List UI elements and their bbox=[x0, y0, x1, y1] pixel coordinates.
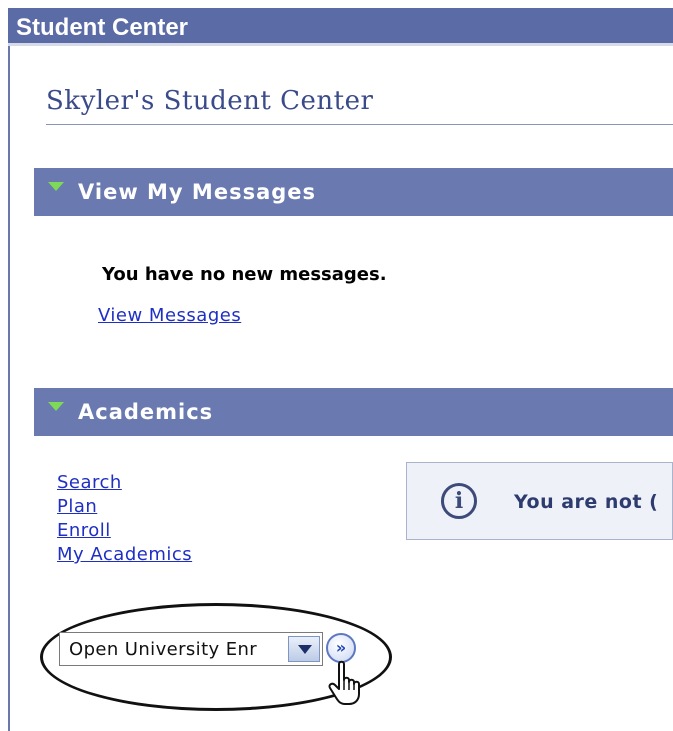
info-message-text: You are not ( bbox=[514, 491, 659, 513]
info-message-box: i You are not ( bbox=[406, 462, 673, 540]
section-header-messages[interactable]: View My Messages bbox=[34, 168, 673, 216]
hand-pointer-icon bbox=[328, 660, 360, 705]
triangle-down-icon[interactable] bbox=[48, 182, 64, 191]
section-header-label: Academics bbox=[78, 400, 214, 424]
plan-link[interactable]: Plan bbox=[57, 495, 192, 519]
enroll-link[interactable]: Enroll bbox=[57, 519, 192, 543]
dropdown-selected-value: Open University Enr bbox=[69, 639, 258, 660]
section-header-academics[interactable]: Academics bbox=[34, 388, 673, 436]
triangle-down-icon[interactable] bbox=[48, 402, 64, 411]
chevron-down-icon[interactable] bbox=[288, 636, 320, 662]
section-header-label: View My Messages bbox=[78, 180, 317, 204]
my-academics-link[interactable]: My Academics bbox=[57, 543, 192, 567]
left-border bbox=[8, 46, 10, 731]
title-divider bbox=[46, 124, 673, 125]
view-messages-link[interactable]: View Messages bbox=[98, 305, 241, 326]
search-link[interactable]: Search bbox=[57, 471, 192, 495]
title-bar: Student Center bbox=[8, 8, 673, 46]
go-button[interactable]: » bbox=[326, 633, 356, 663]
window-title: Student Center bbox=[16, 14, 189, 41]
page-title: Skyler's Student Center bbox=[46, 86, 374, 116]
academics-dropdown[interactable]: Open University Enr bbox=[59, 632, 323, 666]
info-icon: i bbox=[441, 483, 477, 519]
messages-status-text: You have no new messages. bbox=[102, 264, 387, 285]
academics-links: Search Plan Enroll My Academics bbox=[57, 471, 192, 567]
